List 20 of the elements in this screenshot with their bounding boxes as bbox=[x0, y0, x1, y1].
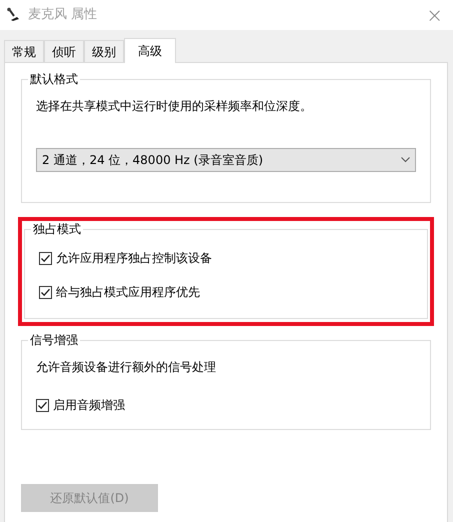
chevron-down-icon bbox=[401, 157, 410, 163]
group-title: 独占模式 bbox=[31, 221, 83, 237]
microphone-icon bbox=[6, 7, 22, 23]
checkmark-icon bbox=[40, 252, 51, 264]
description-text: 选择在共享模式中运行时使用的采样频率和位深度。 bbox=[36, 98, 313, 114]
window-title: 麦克风 属性 bbox=[28, 6, 98, 24]
close-button[interactable]: × bbox=[422, 5, 447, 25]
tab[interactable]: 高级 bbox=[124, 38, 176, 63]
checkbox-option[interactable]: 给与独占模式应用程序优先 bbox=[39, 284, 413, 300]
tab[interactable]: 常规 bbox=[4, 40, 44, 62]
checkbox-option[interactable]: 启用音频增强 bbox=[36, 397, 416, 413]
tab[interactable]: 级别 bbox=[84, 40, 124, 62]
checkmark-icon bbox=[37, 400, 48, 410]
description-text: 允许音频设备进行额外的信号处理 bbox=[36, 359, 217, 375]
group-title: 信号增强 bbox=[28, 332, 80, 348]
tab[interactable]: 侦听 bbox=[44, 40, 84, 62]
checkmark-icon bbox=[40, 286, 51, 298]
checkbox-option[interactable]: 允许应用程序独占控制该设备 bbox=[39, 250, 413, 266]
format-dropdown[interactable]: 2 通道，24 位，48000 Hz (录音室音质) bbox=[36, 148, 416, 172]
group-title: 默认格式 bbox=[28, 71, 80, 87]
